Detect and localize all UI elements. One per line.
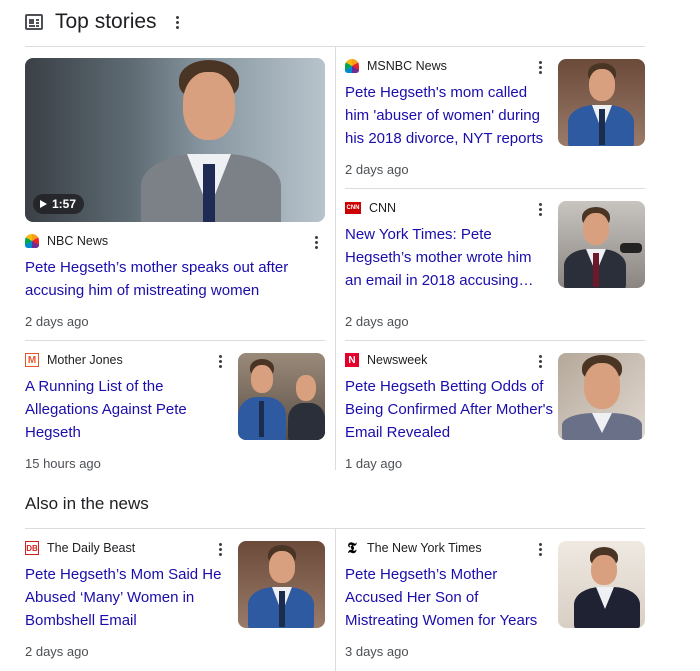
daily-beast-logo-icon: DB bbox=[25, 541, 39, 555]
story-headline[interactable]: Pete Hegseth’s mother speaks out after a… bbox=[25, 256, 325, 302]
photo-person bbox=[246, 541, 316, 628]
story-source: CNN CNN bbox=[345, 201, 397, 215]
story-timestamp: 2 days ago bbox=[345, 314, 409, 329]
more-options-icon[interactable] bbox=[173, 15, 183, 29]
nyt-logo-icon: 𝕿 bbox=[345, 539, 359, 557]
story-headline[interactable]: A Running List of the Allegations Agains… bbox=[25, 375, 215, 444]
nbc-logo-icon bbox=[25, 234, 39, 248]
top-stories-header: Top stories bbox=[25, 8, 183, 36]
microphone-shape bbox=[620, 243, 642, 253]
more-options-icon[interactable] bbox=[311, 236, 321, 249]
story-timestamp: 2 days ago bbox=[345, 162, 409, 177]
more-options-icon[interactable] bbox=[215, 543, 225, 556]
story-source: DB The Daily Beast bbox=[25, 541, 136, 555]
section-title: Top stories bbox=[55, 10, 157, 33]
divider bbox=[335, 528, 336, 671]
video-duration-badge: 1:57 bbox=[33, 194, 85, 214]
story-video-thumbnail[interactable]: 1:57 bbox=[25, 58, 325, 222]
divider bbox=[345, 340, 645, 341]
story-thumbnail[interactable] bbox=[238, 353, 325, 440]
story-timestamp: 2 days ago bbox=[25, 314, 89, 329]
also-in-news-title: Also in the news bbox=[25, 494, 149, 513]
divider bbox=[25, 340, 325, 341]
story-timestamp: 2 days ago bbox=[25, 644, 89, 659]
news-icon bbox=[25, 14, 43, 30]
mother-jones-logo-icon: M bbox=[25, 353, 39, 367]
nbc-logo-icon bbox=[345, 59, 359, 73]
story-thumbnail[interactable] bbox=[238, 541, 325, 628]
story-thumbnail[interactable] bbox=[558, 353, 645, 440]
play-icon bbox=[40, 200, 47, 208]
story-thumbnail[interactable] bbox=[558, 201, 645, 288]
story-source: MSNBC News bbox=[345, 59, 447, 73]
story-headline[interactable]: Pete Hegseth's mom called him 'abuser of… bbox=[345, 81, 550, 150]
photo-person bbox=[566, 59, 636, 146]
story-source: M Mother Jones bbox=[25, 353, 123, 367]
photo-person bbox=[562, 353, 642, 440]
story-headline[interactable]: Pete Hegseth Betting Odds of Being Confi… bbox=[345, 375, 555, 444]
story-headline[interactable]: Pete Hegseth’s Mom Said He Abused ‘Many’… bbox=[25, 563, 230, 632]
more-options-icon[interactable] bbox=[535, 203, 545, 216]
more-options-icon[interactable] bbox=[535, 61, 545, 74]
more-options-icon[interactable] bbox=[535, 543, 545, 556]
newsweek-logo-icon: N bbox=[345, 353, 359, 367]
story-thumbnail[interactable] bbox=[558, 59, 645, 146]
photo-person bbox=[238, 353, 288, 440]
more-options-icon[interactable] bbox=[535, 355, 545, 368]
cnn-logo-icon: CNN bbox=[345, 202, 361, 214]
story-thumbnail[interactable] bbox=[558, 541, 645, 628]
more-options-icon[interactable] bbox=[215, 355, 225, 368]
story-headline[interactable]: New York Times: Pete Hegseth’s mother wr… bbox=[345, 223, 550, 292]
photo-person bbox=[135, 58, 285, 222]
story-timestamp: 3 days ago bbox=[345, 644, 409, 659]
photo-person bbox=[572, 541, 642, 628]
story-source: 𝕿 The New York Times bbox=[345, 539, 482, 557]
divider bbox=[335, 46, 336, 470]
photo-person bbox=[288, 363, 325, 440]
story-timestamp: 1 day ago bbox=[345, 456, 403, 471]
story-timestamp: 15 hours ago bbox=[25, 456, 101, 471]
divider bbox=[345, 188, 645, 189]
story-source: NBC News bbox=[25, 234, 108, 248]
story-headline[interactable]: Pete Hegseth’s Mother Accused Her Son of… bbox=[345, 563, 550, 632]
story-source: N Newsweek bbox=[345, 353, 427, 367]
